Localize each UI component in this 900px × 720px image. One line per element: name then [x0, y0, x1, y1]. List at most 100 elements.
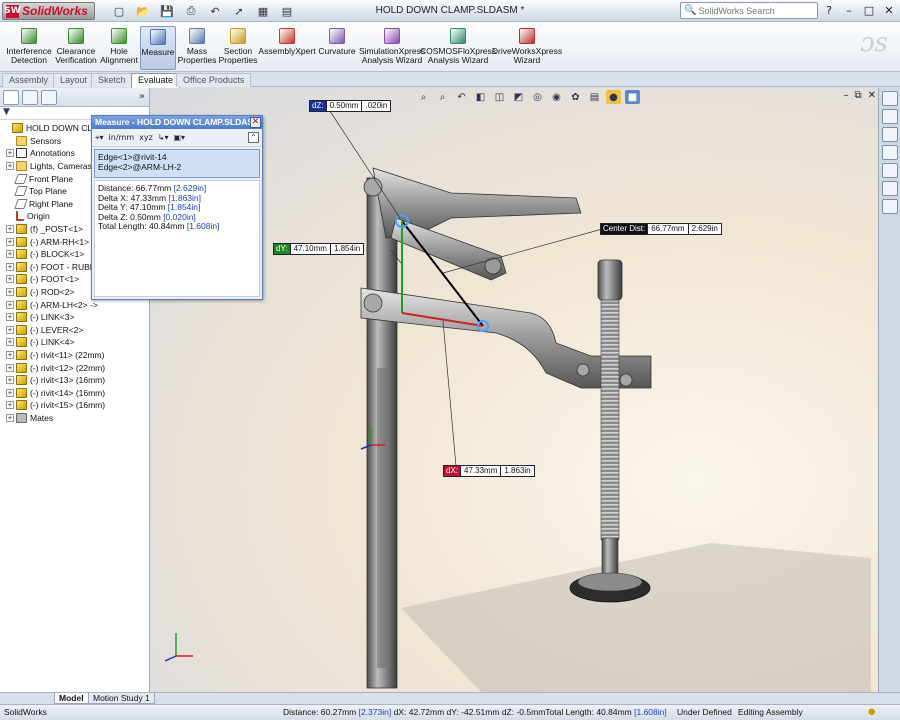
tree-item[interactable]: + (-) rivit<11> (22mm) [0, 349, 149, 362]
tree-item[interactable]: + (-) LINK<3> [0, 311, 149, 324]
hole-alignment-button[interactable]: Hole Alignment [99, 26, 139, 70]
screw-knob [597, 259, 623, 301]
expand-toggle-icon[interactable]: + [6, 376, 14, 385]
part-icon [16, 312, 27, 323]
rebuild-icon[interactable]: ● [868, 705, 875, 720]
options-icon[interactable]: ▤ [276, 3, 298, 19]
selection-item: Edge<2>@ARM-LH-2 [98, 161, 182, 172]
expand-toggle-icon[interactable]: + [6, 401, 14, 410]
tab-office-products[interactable]: Office Products [176, 73, 252, 87]
measure-selection-box[interactable]: Edge<1>@rivit-14 Edge<2>@ARM-LH-2 [94, 149, 260, 178]
expand-toggle-icon[interactable]: + [6, 262, 14, 271]
tree-item[interactable]: + (-) rivit<14> (16mm) [0, 386, 149, 399]
part-icon [16, 375, 27, 386]
expand-toggle-icon[interactable]: + [6, 275, 14, 284]
expand-toggle-icon[interactable]: + [6, 338, 14, 347]
expand-toggle-icon[interactable]: + [6, 325, 14, 334]
tree-item[interactable]: + (-) rivit<13> (16mm) [0, 374, 149, 387]
curvature-button[interactable]: Curvature [317, 26, 357, 70]
collapse-dialog-icon[interactable]: ⌃ [248, 132, 259, 143]
measure-button[interactable]: Measure [140, 26, 176, 70]
dx-dimension-tag: dX: [444, 466, 461, 476]
search-input[interactable] [698, 5, 799, 16]
point-to-point-icon[interactable]: ↳▾ [158, 133, 169, 142]
assemblyxpert-button[interactable]: AssemblyXpert [258, 26, 316, 70]
feature-manager-tab[interactable] [3, 89, 19, 105]
tab-sketch[interactable]: Sketch [91, 73, 133, 87]
tab-assembly[interactable]: Assembly [2, 73, 56, 87]
tree-item[interactable]: + Mates [0, 412, 149, 425]
tab-motion-study[interactable]: Motion Study 1 [88, 693, 155, 704]
tree-item[interactable]: + (-) LEVER<2> [0, 324, 149, 337]
rebuild-icon[interactable]: ▦ [252, 3, 274, 19]
expand-toggle-icon[interactable]: + [6, 363, 14, 372]
hole-alignment-icon [111, 28, 127, 44]
section-properties-button[interactable]: Section Properties [219, 26, 257, 70]
search-results-icon[interactable] [881, 145, 898, 160]
undo-icon[interactable]: ↶ [204, 3, 226, 19]
solidworks-resources-icon[interactable] [881, 91, 898, 106]
simulationxpress-button[interactable]: SimulationXpress Analysis Wizard [359, 26, 425, 70]
driveworksxpress-button[interactable]: DriveWorksXpress Wizard [492, 26, 562, 70]
cosmosfloxpress-button[interactable]: COSMOSFloXpress Analysis Wizard [420, 26, 496, 70]
tree-item[interactable]: + (-) rivit<12> (22mm) [0, 361, 149, 374]
interference-detection-button[interactable]: Interference Detection [4, 26, 54, 70]
close-button[interactable]: ✕ [880, 2, 898, 19]
measure-dialog[interactable]: Measure - HOLD DOWN CLAMP.SLDASM ✕ ⌖▾ in… [91, 115, 263, 300]
status-measure-readout: Distance: 60.27mm [2.373in] dX: 42.72mm … [283, 705, 667, 720]
expand-toggle-icon[interactable]: + [6, 250, 14, 259]
property-manager-tab[interactable] [22, 89, 38, 105]
new-icon[interactable]: ▢ [108, 3, 130, 19]
interference-detection-icon [21, 28, 37, 44]
view-palette-icon[interactable] [881, 163, 898, 178]
dz-dimension-label: dZ: 0.50mm .020in [309, 100, 392, 112]
help-button[interactable]: ? [820, 2, 838, 19]
select-icon[interactable]: ➚ [228, 3, 250, 19]
file-explorer-icon[interactable] [881, 127, 898, 142]
tree-item-label: (-) rivit<14> (16mm) [30, 387, 106, 398]
tree-item[interactable]: + (-) LINK<4> [0, 336, 149, 349]
dz-dimension-mm: 0.50mm [325, 101, 362, 111]
expand-toggle-icon[interactable]: + [6, 313, 14, 322]
mass-properties-button[interactable]: Mass Properties [178, 26, 216, 70]
maximize-button[interactable]: □ [860, 2, 878, 19]
measure-dialog-title-bar[interactable]: Measure - HOLD DOWN CLAMP.SLDASM ✕ [92, 116, 262, 129]
tab-evaluate[interactable]: Evaluate [131, 73, 181, 88]
expand-toggle-icon[interactable]: + [6, 162, 14, 171]
expand-toggle-icon[interactable]: + [6, 300, 14, 309]
appearances-icon[interactable] [881, 181, 898, 196]
expand-toggle-icon[interactable]: + [6, 388, 14, 397]
configuration-manager-tab[interactable] [41, 89, 57, 105]
expand-toggle-icon[interactable]: + [6, 413, 14, 422]
expand-toggle-icon[interactable]: + [6, 350, 14, 359]
tree-item[interactable]: + (-) ARM-LH<2> -> [0, 298, 149, 311]
design-library-icon[interactable] [881, 109, 898, 124]
part-icon [16, 387, 27, 398]
measure-results: Distance: 66.77mm [2.629in] Delta X: 47.3… [94, 180, 260, 297]
minimize-button[interactable]: – [840, 2, 858, 19]
reference-triad [164, 633, 193, 662]
search-box[interactable]: 🔍 [680, 2, 818, 19]
arc-circle-measure-icon[interactable]: ⌖▾ [95, 133, 104, 143]
expand-toggle-icon[interactable]: + [6, 149, 14, 158]
open-icon[interactable]: 📂 [132, 3, 154, 19]
custom-properties-icon[interactable] [881, 199, 898, 214]
tab-layout[interactable]: Layout [53, 73, 95, 87]
print-icon[interactable]: ⎙ [180, 3, 202, 19]
tree-item-label: (f) _POST<1> [30, 224, 83, 235]
mass-properties-label2: Properties [177, 55, 217, 65]
solidworks-menu-button[interactable]: SW SolidWorks [2, 2, 95, 20]
clearance-verification-button[interactable]: Clearance Verification [55, 26, 97, 70]
projected-on-icon[interactable]: ▣▾ [174, 133, 186, 142]
expand-arrows-icon[interactable]: » [139, 91, 145, 102]
expand-toggle-icon[interactable]: + [6, 288, 14, 297]
tree-item[interactable]: + (-) rivit<15> (16mm) [0, 399, 149, 412]
expand-toggle-icon[interactable]: + [6, 237, 14, 246]
measure-close-icon[interactable]: ✕ [250, 117, 261, 128]
part-icon [16, 324, 27, 335]
expand-toggle-icon[interactable]: + [6, 225, 14, 234]
show-xyz-icon[interactable]: xyz [139, 133, 153, 142]
save-icon[interactable]: 💾 [156, 3, 178, 19]
units-precision-icon[interactable]: in/mm [109, 133, 135, 142]
tab-model[interactable]: Model [54, 693, 89, 704]
